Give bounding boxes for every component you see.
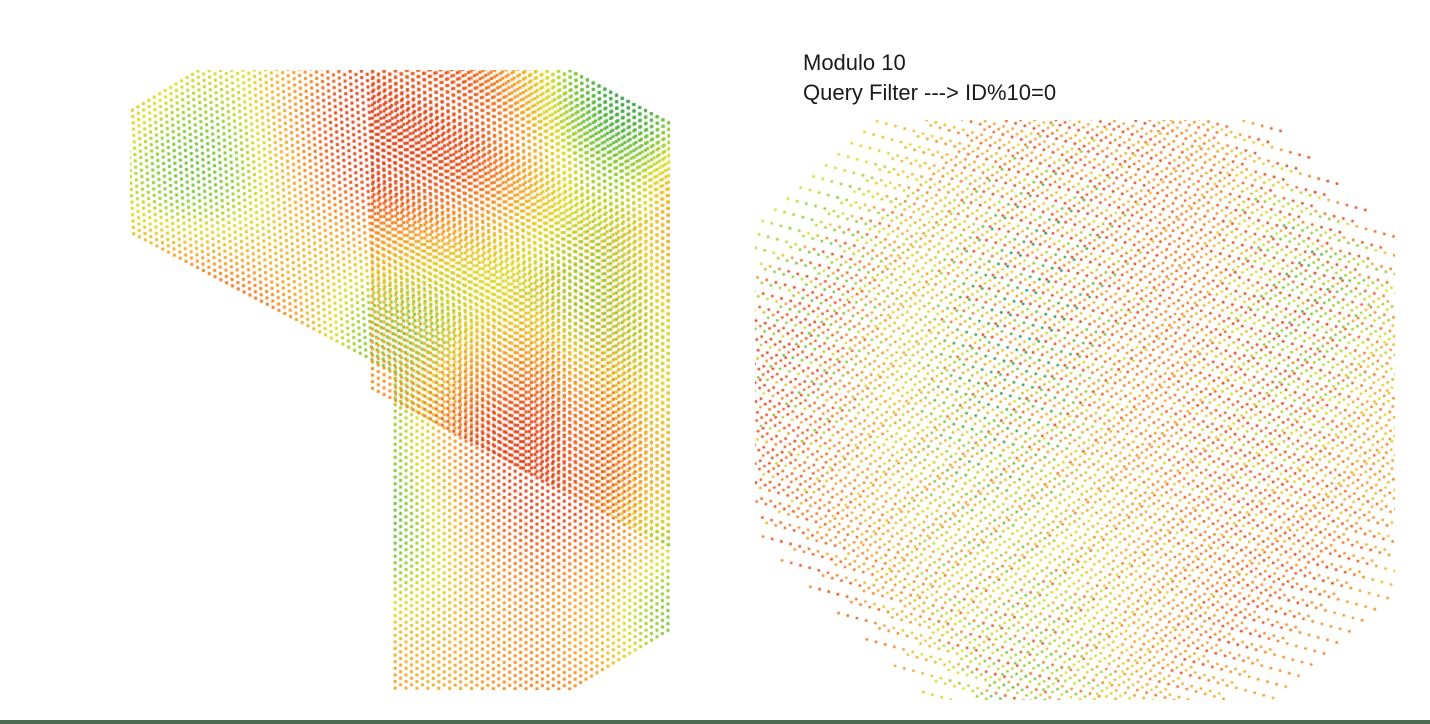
title-line-1: Modulo 10 [803, 48, 1056, 78]
sparse-cube-canvas [755, 120, 1395, 700]
title-line-2: Query Filter ---> ID%10=0 [803, 78, 1056, 108]
dense-cube-canvas [130, 70, 670, 690]
figure-container: Modulo 10 Query Filter ---> ID%10=0 [0, 0, 1430, 724]
right-panel: Modulo 10 Query Filter ---> ID%10=0 [715, 0, 1430, 724]
bottom-bar [0, 720, 1430, 724]
left-panel [0, 0, 715, 724]
right-title: Modulo 10 Query Filter ---> ID%10=0 [803, 48, 1056, 107]
